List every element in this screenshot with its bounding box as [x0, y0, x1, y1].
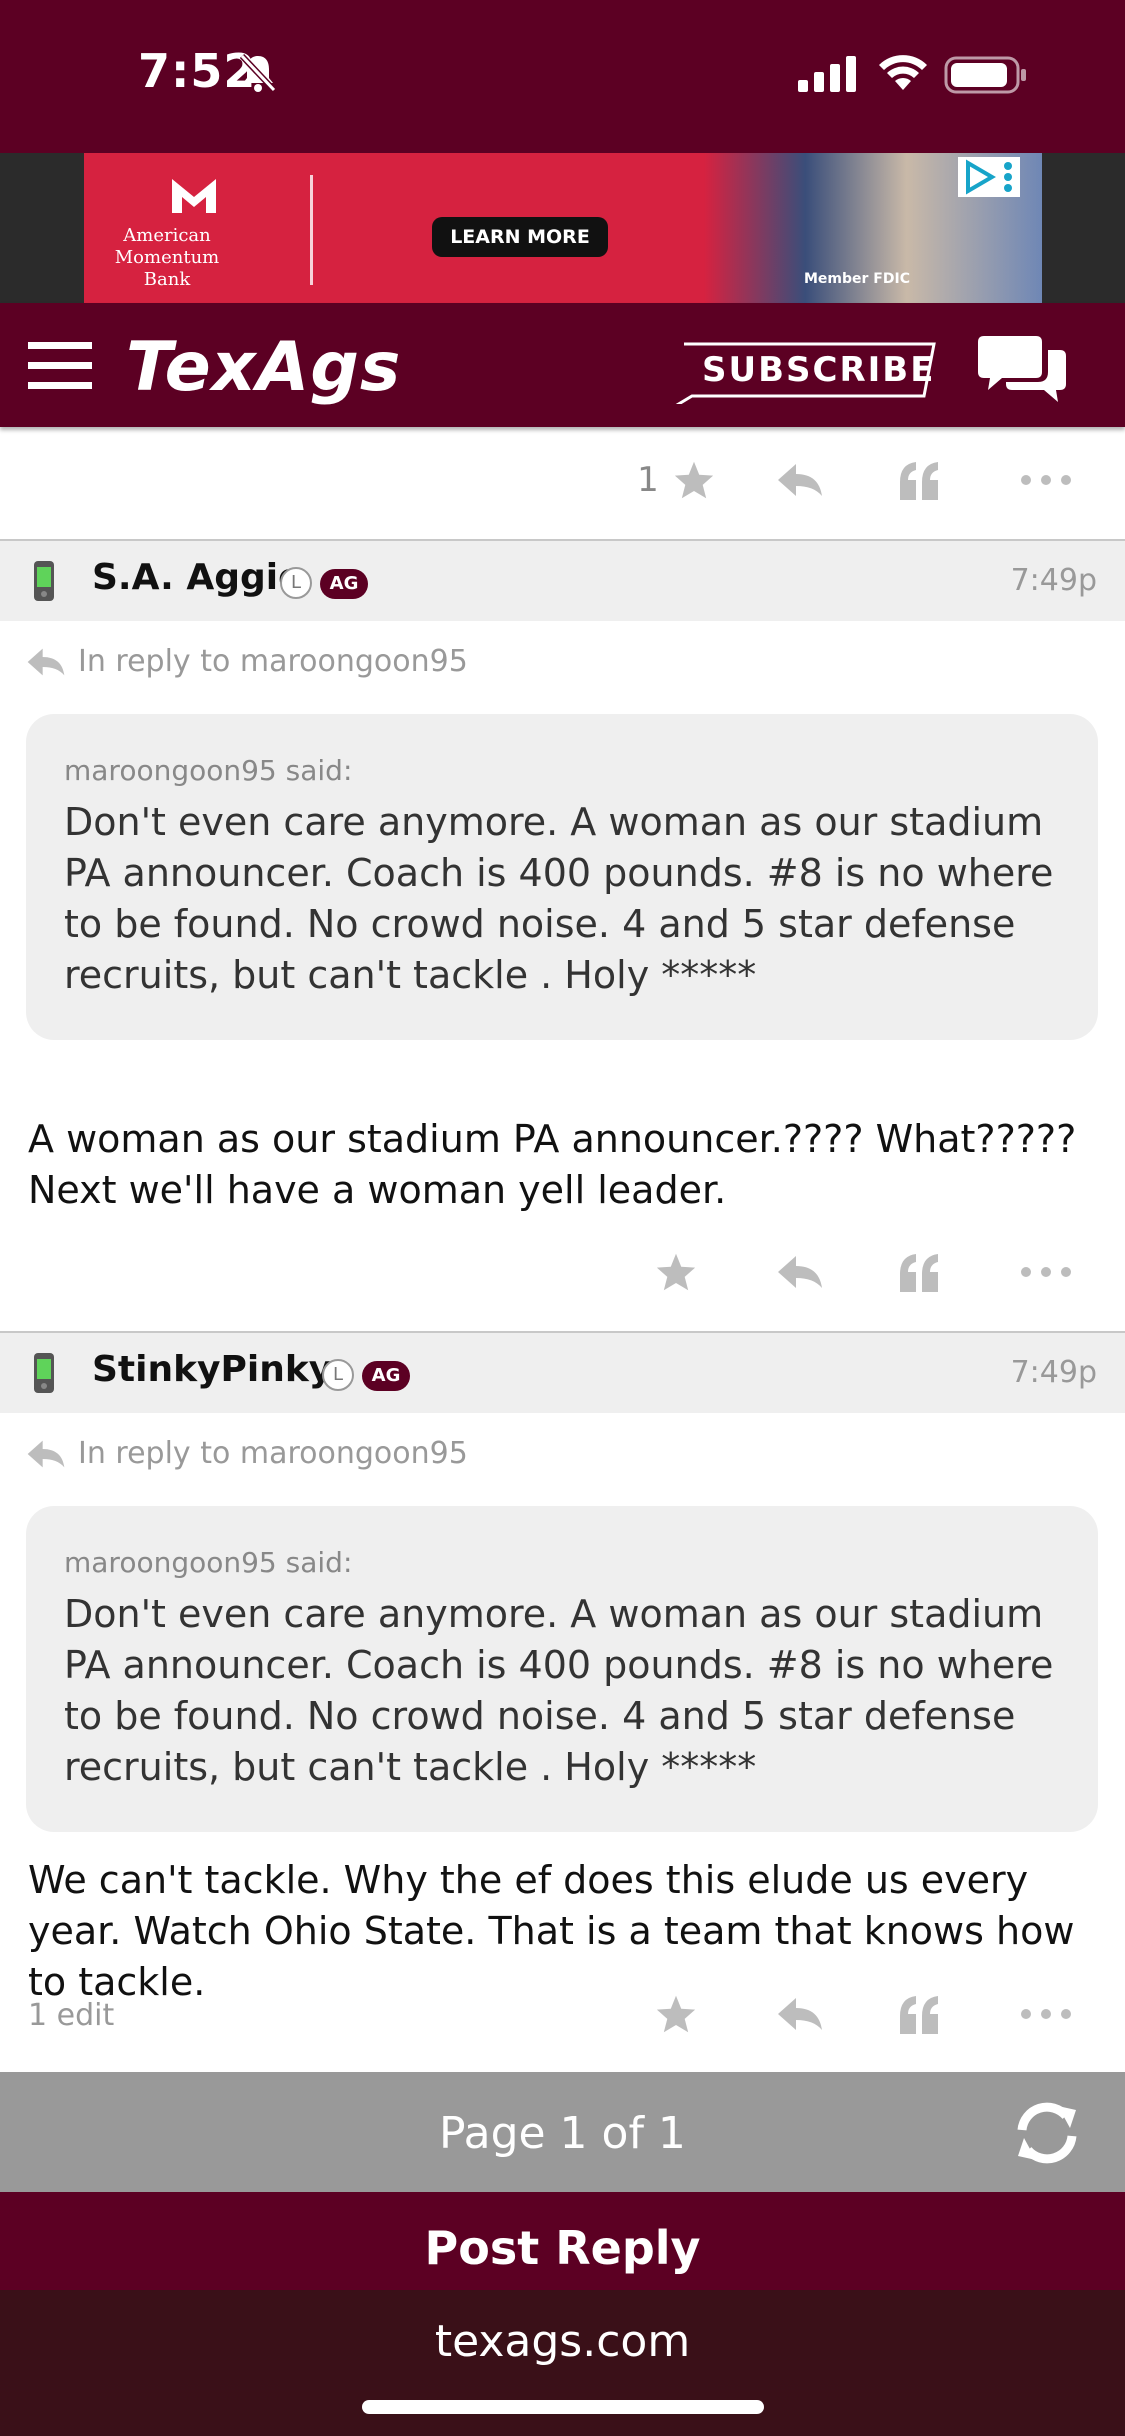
more-icon	[1021, 1267, 1071, 1277]
pagination-bar: Page 1 of 1	[0, 2072, 1125, 2192]
mobile-phone-icon	[34, 561, 54, 601]
post-actions	[0, 1232, 1125, 1312]
quote-button[interactable]	[880, 1232, 960, 1312]
star-icon	[656, 1253, 696, 1291]
ad-fdic-text: Member FDIC	[804, 271, 910, 287]
more-button[interactable]	[1006, 1974, 1086, 2054]
reply-button[interactable]	[760, 440, 840, 520]
ad-divider	[310, 175, 313, 285]
in-reply-text: In reply to maroongoon95	[78, 644, 468, 679]
post-username[interactable]: S.A. Aggie	[92, 557, 303, 598]
mobile-phone-icon	[34, 1353, 54, 1393]
quote-block: maroongoon95 said: Don't even care anymo…	[26, 1506, 1098, 1832]
quote-icon	[900, 1254, 938, 1292]
star-icon	[674, 461, 713, 499]
texags-logo[interactable]: TexAgs	[126, 328, 401, 407]
quote-block: maroongoon95 said: Don't even care anymo…	[26, 714, 1098, 1040]
battery-icon	[944, 56, 1026, 94]
reply-icon	[778, 1256, 822, 1288]
reply-icon	[778, 1998, 822, 2030]
badge-ag: AG	[320, 569, 368, 599]
refresh-icon[interactable]	[1010, 2100, 1084, 2166]
browser-url-bar: texags.com	[0, 2290, 1125, 2436]
quote-said: maroongoon95 said:	[64, 754, 353, 787]
bank-logo-icon	[172, 179, 216, 213]
star-button[interactable]: 1	[616, 440, 736, 520]
quote-button[interactable]	[880, 1974, 960, 2054]
ad-brand-line1: American	[123, 225, 211, 246]
post-body: A woman as our stadium PA announcer.????…	[28, 1117, 1077, 1212]
badge-l: L	[280, 567, 312, 599]
ad-learn-more-button[interactable]: LEARN MORE	[432, 217, 608, 257]
more-icon	[1021, 475, 1071, 485]
hamburger-icon[interactable]	[28, 340, 92, 392]
reply-icon	[778, 464, 822, 496]
home-indicator[interactable]	[362, 2400, 764, 2414]
page-indicator[interactable]: Page 1 of 1	[0, 2108, 1125, 2159]
more-button[interactable]	[1006, 1232, 1086, 1312]
in-reply-text: In reply to maroongoon95	[78, 1436, 468, 1471]
more-button[interactable]	[1006, 440, 1086, 520]
in-reply-link[interactable]: In reply to maroongoon95	[26, 644, 468, 679]
reply-button[interactable]	[760, 1974, 840, 2054]
reply-button[interactable]	[760, 1232, 840, 1312]
reply-icon	[27, 648, 65, 675]
ad-choices-icon[interactable]	[958, 157, 1020, 197]
star-button[interactable]	[616, 1232, 736, 1312]
ad-brand: American Momentum Bank	[102, 225, 232, 291]
post-time: 7:49p	[1010, 1355, 1097, 1390]
badge-ag: AG	[362, 1361, 410, 1391]
ad-brand-line2: Momentum Bank	[114, 247, 220, 290]
star-count: 1	[637, 460, 659, 500]
in-reply-link[interactable]: In reply to maroongoon95	[26, 1436, 468, 1471]
badge-l: L	[322, 1359, 354, 1391]
post-reply-button[interactable]: Post Reply	[0, 2192, 1125, 2290]
url-text[interactable]: texags.com	[0, 2316, 1125, 2367]
post-actions	[0, 1974, 1125, 2054]
star-icon	[656, 1995, 696, 2033]
status-bar: 7:52	[0, 0, 1125, 153]
signal-icon	[798, 56, 856, 92]
chat-icon[interactable]	[978, 332, 1066, 402]
more-icon	[1021, 2009, 1071, 2019]
quote-said: maroongoon95 said:	[64, 1546, 353, 1579]
reply-icon	[27, 1440, 65, 1467]
post-actions-prev: 1	[0, 440, 1125, 520]
star-button[interactable]	[616, 1974, 736, 2054]
subscribe-label: SUBSCRIBE	[702, 350, 936, 390]
post-username[interactable]: StinkyPinky	[92, 1349, 332, 1390]
quote-text: Don't even care anymore. A woman as our …	[64, 800, 1054, 997]
ad-banner[interactable]: American Momentum Bank LEARN MORE Member…	[84, 153, 1042, 303]
quote-icon	[900, 462, 938, 500]
post-time: 7:49p	[1010, 563, 1097, 598]
subscribe-button[interactable]: SUBSCRIBE	[670, 340, 938, 404]
post-header: StinkyPinky L AG 7:49p	[0, 1333, 1125, 1413]
post-header: S.A. Aggie L AG 7:49p	[0, 541, 1125, 621]
quote-icon	[900, 1996, 938, 2034]
quote-text: Don't even care anymore. A woman as our …	[64, 1592, 1054, 1789]
muted-bell-icon	[239, 53, 277, 93]
quote-button[interactable]	[880, 440, 960, 520]
wifi-icon	[879, 55, 927, 90]
